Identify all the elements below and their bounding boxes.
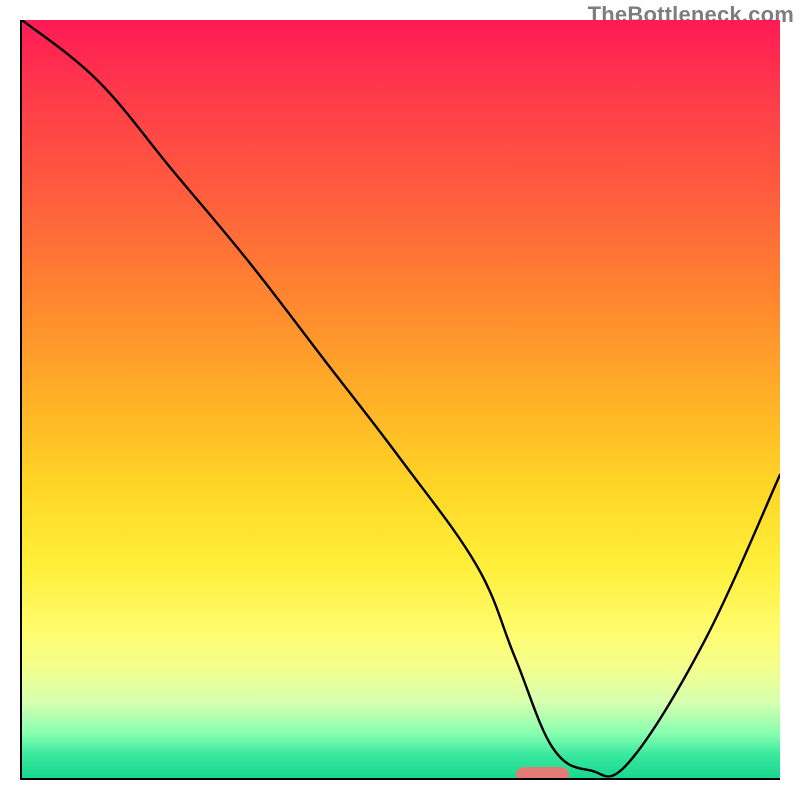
plot-area [20,20,780,780]
chart-container: TheBottleneck.com [0,0,800,800]
bottleneck-curve [22,20,780,778]
